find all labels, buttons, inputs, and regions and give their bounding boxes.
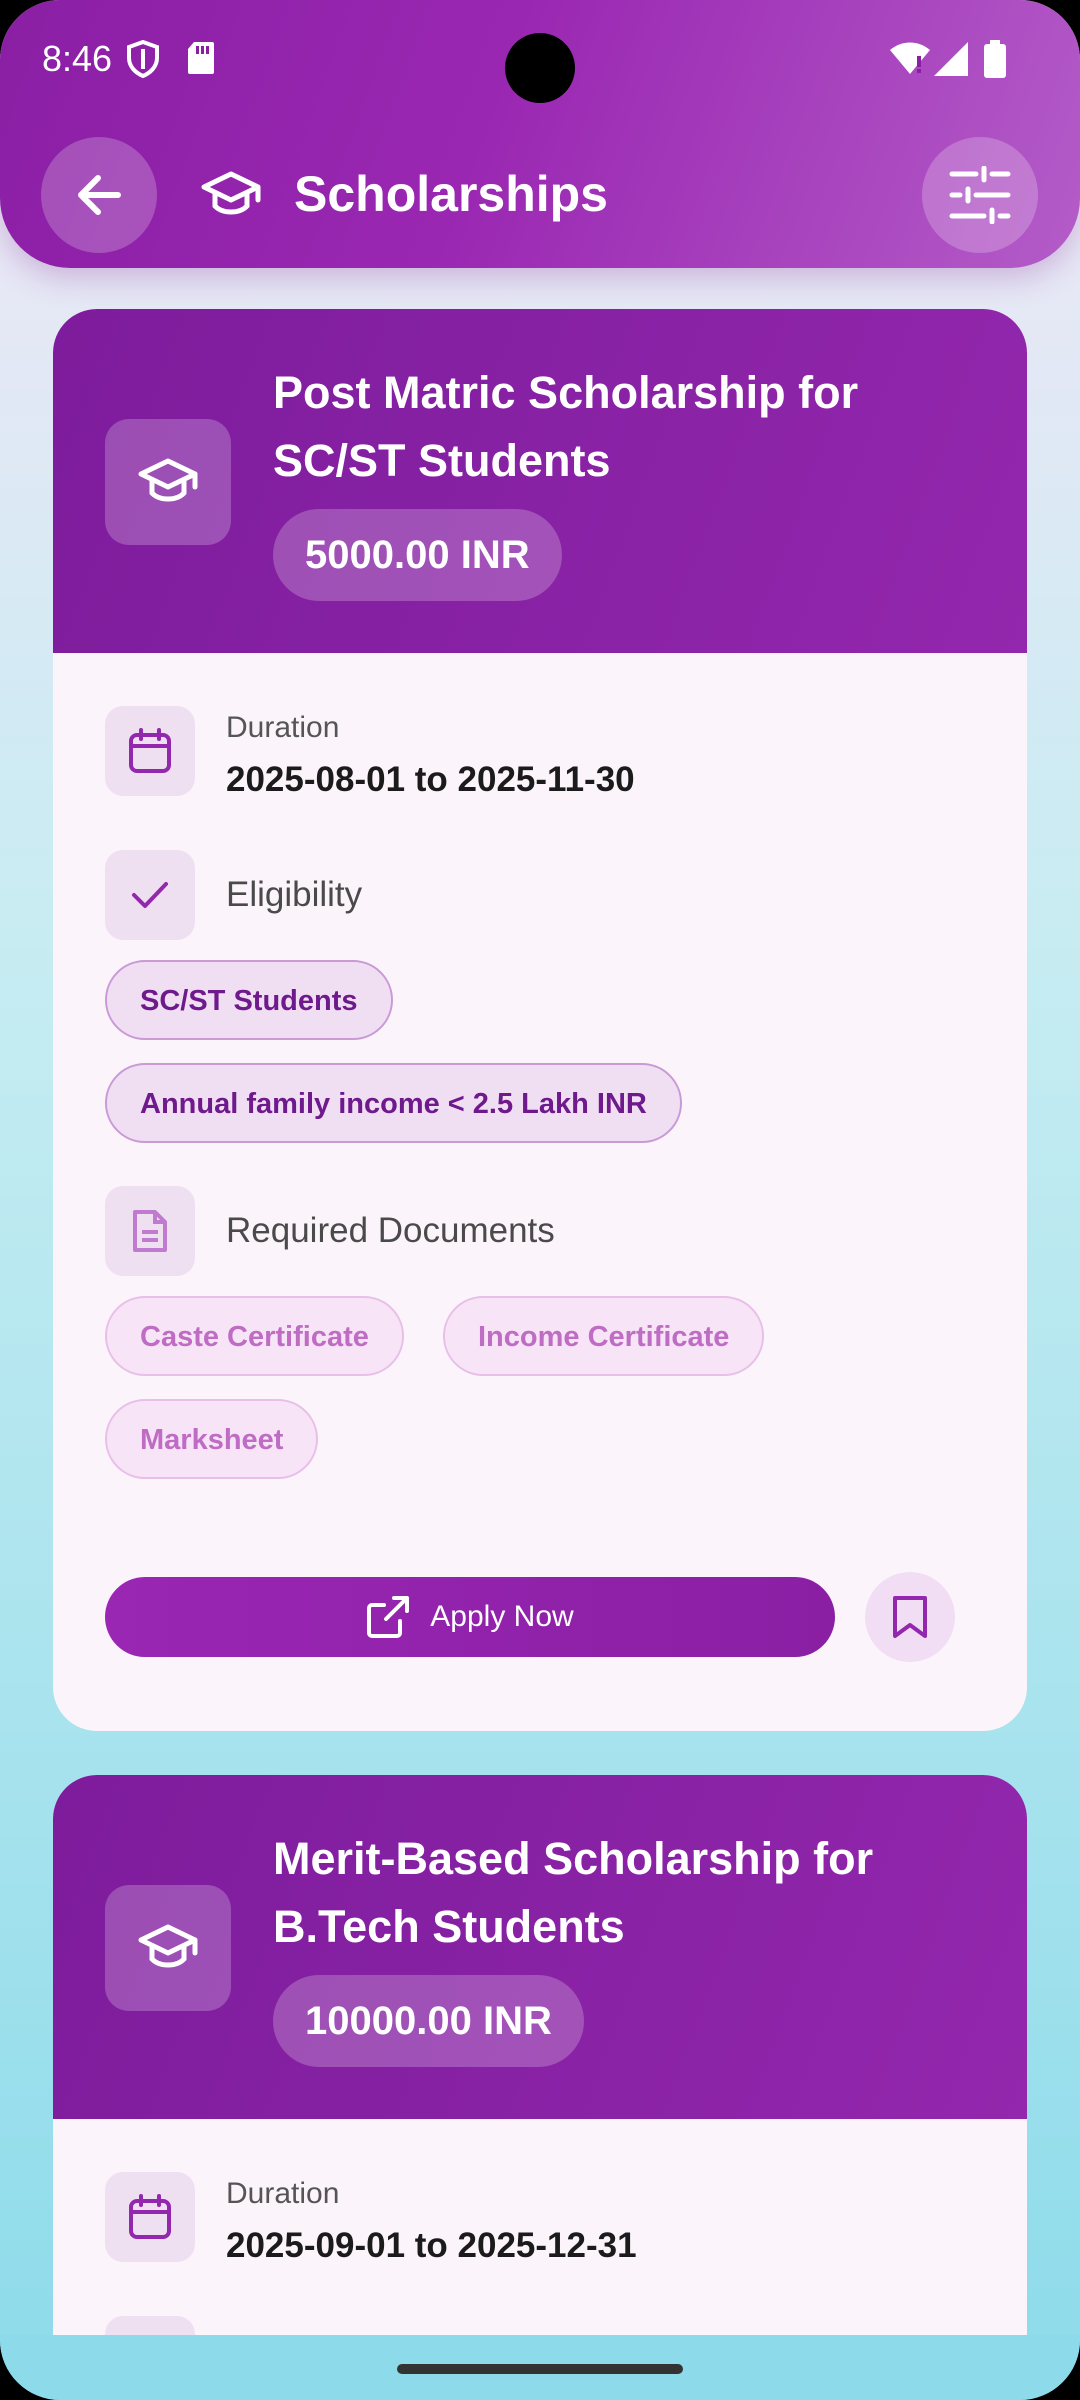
document-icon [105,1186,195,1276]
check-icon [105,850,195,940]
document-chip: Income Certificate [443,1296,765,1376]
eligibility-chip: Annual family income < 2.5 Lakh INR [105,1063,682,1143]
scholarship-title: Post Matric Scholarship for SC/ST Studen… [273,367,859,486]
status-time: 8:46 [42,38,113,79]
filter-button[interactable] [922,137,1038,253]
duration-label: Duration [226,2177,340,2210]
apply-now-button[interactable]: Apply Now [105,1577,835,1657]
apply-now-label: Apply Now [430,1600,574,1633]
eligibility-chip: SC/ST Students [105,960,393,1040]
shield-icon [126,39,160,83]
page-title: Scholarships [294,166,608,222]
arrow-left-icon [78,175,121,215]
check-icon [105,2316,195,2335]
camera-cutout [505,33,575,103]
external-link-icon [367,1596,410,1638]
app-bar: 8:46 Scholarships [0,0,1080,268]
duration-label: Duration [226,711,340,744]
scholarship-card[interactable]: Merit-Based Scholarship for B.Tech Stude… [53,1775,1027,2335]
signal-icon [934,42,968,81]
scholarship-card[interactable]: Post Matric Scholarship for SC/ST Studen… [53,309,1027,1731]
duration-value: 2025-08-01 to 2025-11-30 [226,760,635,799]
duration-value: 2025-09-01 to 2025-12-31 [226,2226,637,2265]
sd-card-icon [186,40,216,81]
bookmark-icon [893,1596,927,1638]
graduation-cap-icon [105,1885,231,2011]
scholarship-title: Merit-Based Scholarship for B.Tech Stude… [273,1833,874,1952]
eligibility-label: Eligibility [226,875,363,914]
bookmark-button[interactable] [865,1572,955,1662]
document-chip: Marksheet [105,1399,319,1479]
card-header: Post Matric Scholarship for SC/ST Studen… [53,309,1027,653]
card-header: Merit-Based Scholarship for B.Tech Stude… [53,1775,1027,2119]
screen: 8:46 Scholarships Post Matric Scholarshi… [0,0,1080,2400]
graduation-cap-icon [105,419,231,545]
sliders-icon [949,166,1011,224]
amount-badge: 10000.00 INR [273,1975,584,2067]
back-button[interactable] [41,137,157,253]
status-bar: 8:46 [0,0,1080,120]
required-documents-label: Required Documents [226,1211,555,1250]
amount-badge: 5000.00 INR [273,509,562,601]
wifi-icon [890,42,930,79]
calendar-icon [105,2172,195,2262]
document-chip: Caste Certificate [105,1296,404,1376]
home-indicator[interactable] [397,2364,683,2374]
battery-icon [984,40,1006,83]
graduation-cap-icon [200,170,262,225]
calendar-icon [105,706,195,796]
